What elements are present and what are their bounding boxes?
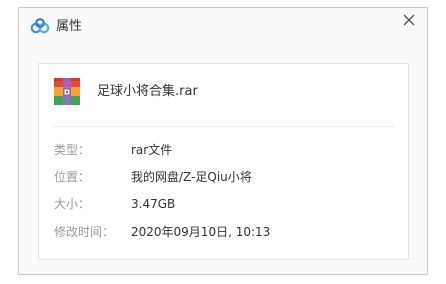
file-name: 足球小将合集.rar bbox=[97, 84, 198, 99]
dialog-title: 属性 bbox=[56, 19, 83, 34]
properties-dialog: 属性 足球小将合集.rar 类型： rar文件 位置： 我的网盘/Z-足Qiu小… bbox=[18, 7, 428, 275]
property-row-location: 位置： 我的网盘/Z-足Qiu小将 bbox=[39, 167, 408, 187]
close-icon[interactable] bbox=[401, 12, 417, 28]
divider bbox=[52, 126, 395, 127]
file-info-card: 足球小将合集.rar 类型： rar文件 位置： 我的网盘/Z-足Qiu小将 大… bbox=[38, 63, 409, 260]
property-value: 2020年09月10日, 10:13 bbox=[131, 225, 271, 239]
title-bar[interactable]: 属性 bbox=[19, 8, 427, 46]
property-value: rar文件 bbox=[131, 143, 173, 157]
baidu-netdisk-cloud-icon bbox=[30, 18, 50, 34]
property-label: 修改时间： bbox=[54, 225, 115, 239]
property-row-size: 大小： 3.47GB bbox=[39, 194, 408, 214]
property-value: 3.47GB bbox=[131, 197, 176, 211]
property-label: 位置： bbox=[54, 170, 91, 184]
property-label: 类型： bbox=[54, 143, 91, 157]
property-value: 我的网盘/Z-足Qiu小将 bbox=[131, 170, 252, 184]
property-row-type: 类型： rar文件 bbox=[39, 140, 408, 160]
property-row-modified: 修改时间： 2020年09月10日, 10:13 bbox=[39, 222, 408, 242]
file-header: 足球小将合集.rar bbox=[39, 64, 408, 120]
rar-archive-icon bbox=[52, 77, 82, 107]
property-label: 大小： bbox=[54, 197, 91, 211]
